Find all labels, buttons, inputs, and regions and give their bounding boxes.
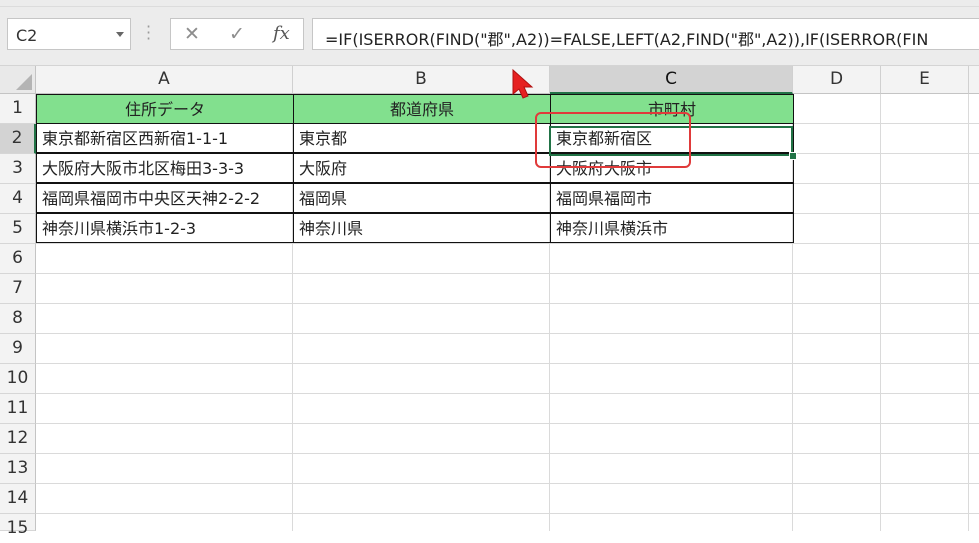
gridline-horizontal	[36, 483, 979, 484]
row-header-1[interactable]: 1	[0, 94, 36, 124]
formula-text: =IF(ISERROR(FIND("郡",A2))=FALSE,LEFT(A2,…	[325, 30, 929, 49]
ribbon-bottom-strip	[0, 0, 979, 7]
select-all-triangle-icon	[16, 74, 32, 90]
cell-a3[interactable]: 大阪府大阪市北区梅田3-3-3	[36, 153, 294, 183]
row-header-6[interactable]: 6	[0, 244, 36, 274]
annotation-highlight-box	[535, 112, 691, 168]
row-header-11[interactable]: 11	[0, 394, 36, 424]
enter-icon[interactable]: ✓	[229, 23, 245, 45]
select-all-button[interactable]	[0, 66, 36, 94]
row-header-3[interactable]: 3	[0, 154, 36, 184]
row-header-12[interactable]: 12	[0, 424, 36, 454]
gridline-horizontal	[36, 393, 979, 394]
formula-area: C2 · · · ✕ ✓ fx =IF(ISERROR(FIND("郡",A2))=…	[0, 7, 979, 66]
formula-buttons: ✕ ✓ fx	[170, 18, 304, 50]
row-header-13[interactable]: 13	[0, 454, 36, 484]
cell-b2[interactable]: 東京都	[293, 123, 551, 153]
gridline-horizontal	[36, 423, 979, 424]
column-header-e[interactable]: E	[881, 66, 969, 94]
row-header-5[interactable]: 5	[0, 214, 36, 244]
cell-a5[interactable]: 神奈川県横浜市1-2-3	[36, 213, 294, 243]
name-box-value: C2	[16, 26, 38, 45]
gridline-vertical	[968, 94, 969, 531]
cell-c5[interactable]: 神奈川県横浜市	[550, 213, 794, 243]
gridline-horizontal	[36, 333, 979, 334]
insert-function-icon[interactable]: fx	[273, 23, 290, 44]
gridline-horizontal	[36, 243, 979, 244]
gridline-horizontal	[36, 303, 979, 304]
cell-b3[interactable]: 大阪府	[293, 153, 551, 183]
cell-a4[interactable]: 福岡県福岡市中央区天神2-2-2	[36, 183, 294, 213]
row-header-10[interactable]: 10	[0, 364, 36, 394]
gridline-vertical	[880, 94, 881, 531]
cell-b5[interactable]: 神奈川県	[293, 213, 551, 243]
column-header-f-partial[interactable]	[969, 66, 979, 94]
row-header-2[interactable]: 2	[0, 124, 36, 154]
row-header-14[interactable]: 14	[0, 484, 36, 514]
cell-a1[interactable]: 住所データ	[36, 94, 294, 124]
gridline-horizontal	[36, 513, 979, 514]
annotation-pointer-icon	[512, 68, 534, 99]
formula-input[interactable]: =IF(ISERROR(FIND("郡",A2))=FALSE,LEFT(A2,…	[312, 18, 979, 50]
row-header-9[interactable]: 9	[0, 334, 36, 364]
column-header-d[interactable]: D	[793, 66, 881, 94]
fill-handle[interactable]	[789, 152, 797, 160]
gridline-horizontal	[36, 273, 979, 274]
name-box[interactable]: C2	[7, 18, 131, 50]
row-header-7[interactable]: 7	[0, 274, 36, 304]
cell-c4[interactable]: 福岡県福岡市	[550, 183, 794, 213]
row-header-15[interactable]: 15	[0, 514, 36, 538]
column-header-c[interactable]: C	[550, 66, 793, 94]
grip-dots-icon[interactable]: · · ·	[146, 19, 151, 47]
worksheet-grid[interactable]: A B C D E 1 2 3 4 5 6 7 8 9 10 11 12 13 …	[0, 66, 979, 538]
gridline-horizontal	[36, 363, 979, 364]
row-header-8[interactable]: 8	[0, 304, 36, 334]
column-header-a[interactable]: A	[36, 66, 293, 94]
chevron-down-icon[interactable]	[116, 32, 124, 37]
cell-a2[interactable]: 東京都新宿区西新宿1-1-1	[36, 123, 294, 153]
cell-b4[interactable]: 福岡県	[293, 183, 551, 213]
row-header-4[interactable]: 4	[0, 184, 36, 214]
cancel-icon[interactable]: ✕	[184, 23, 200, 45]
gridline-horizontal	[36, 453, 979, 454]
